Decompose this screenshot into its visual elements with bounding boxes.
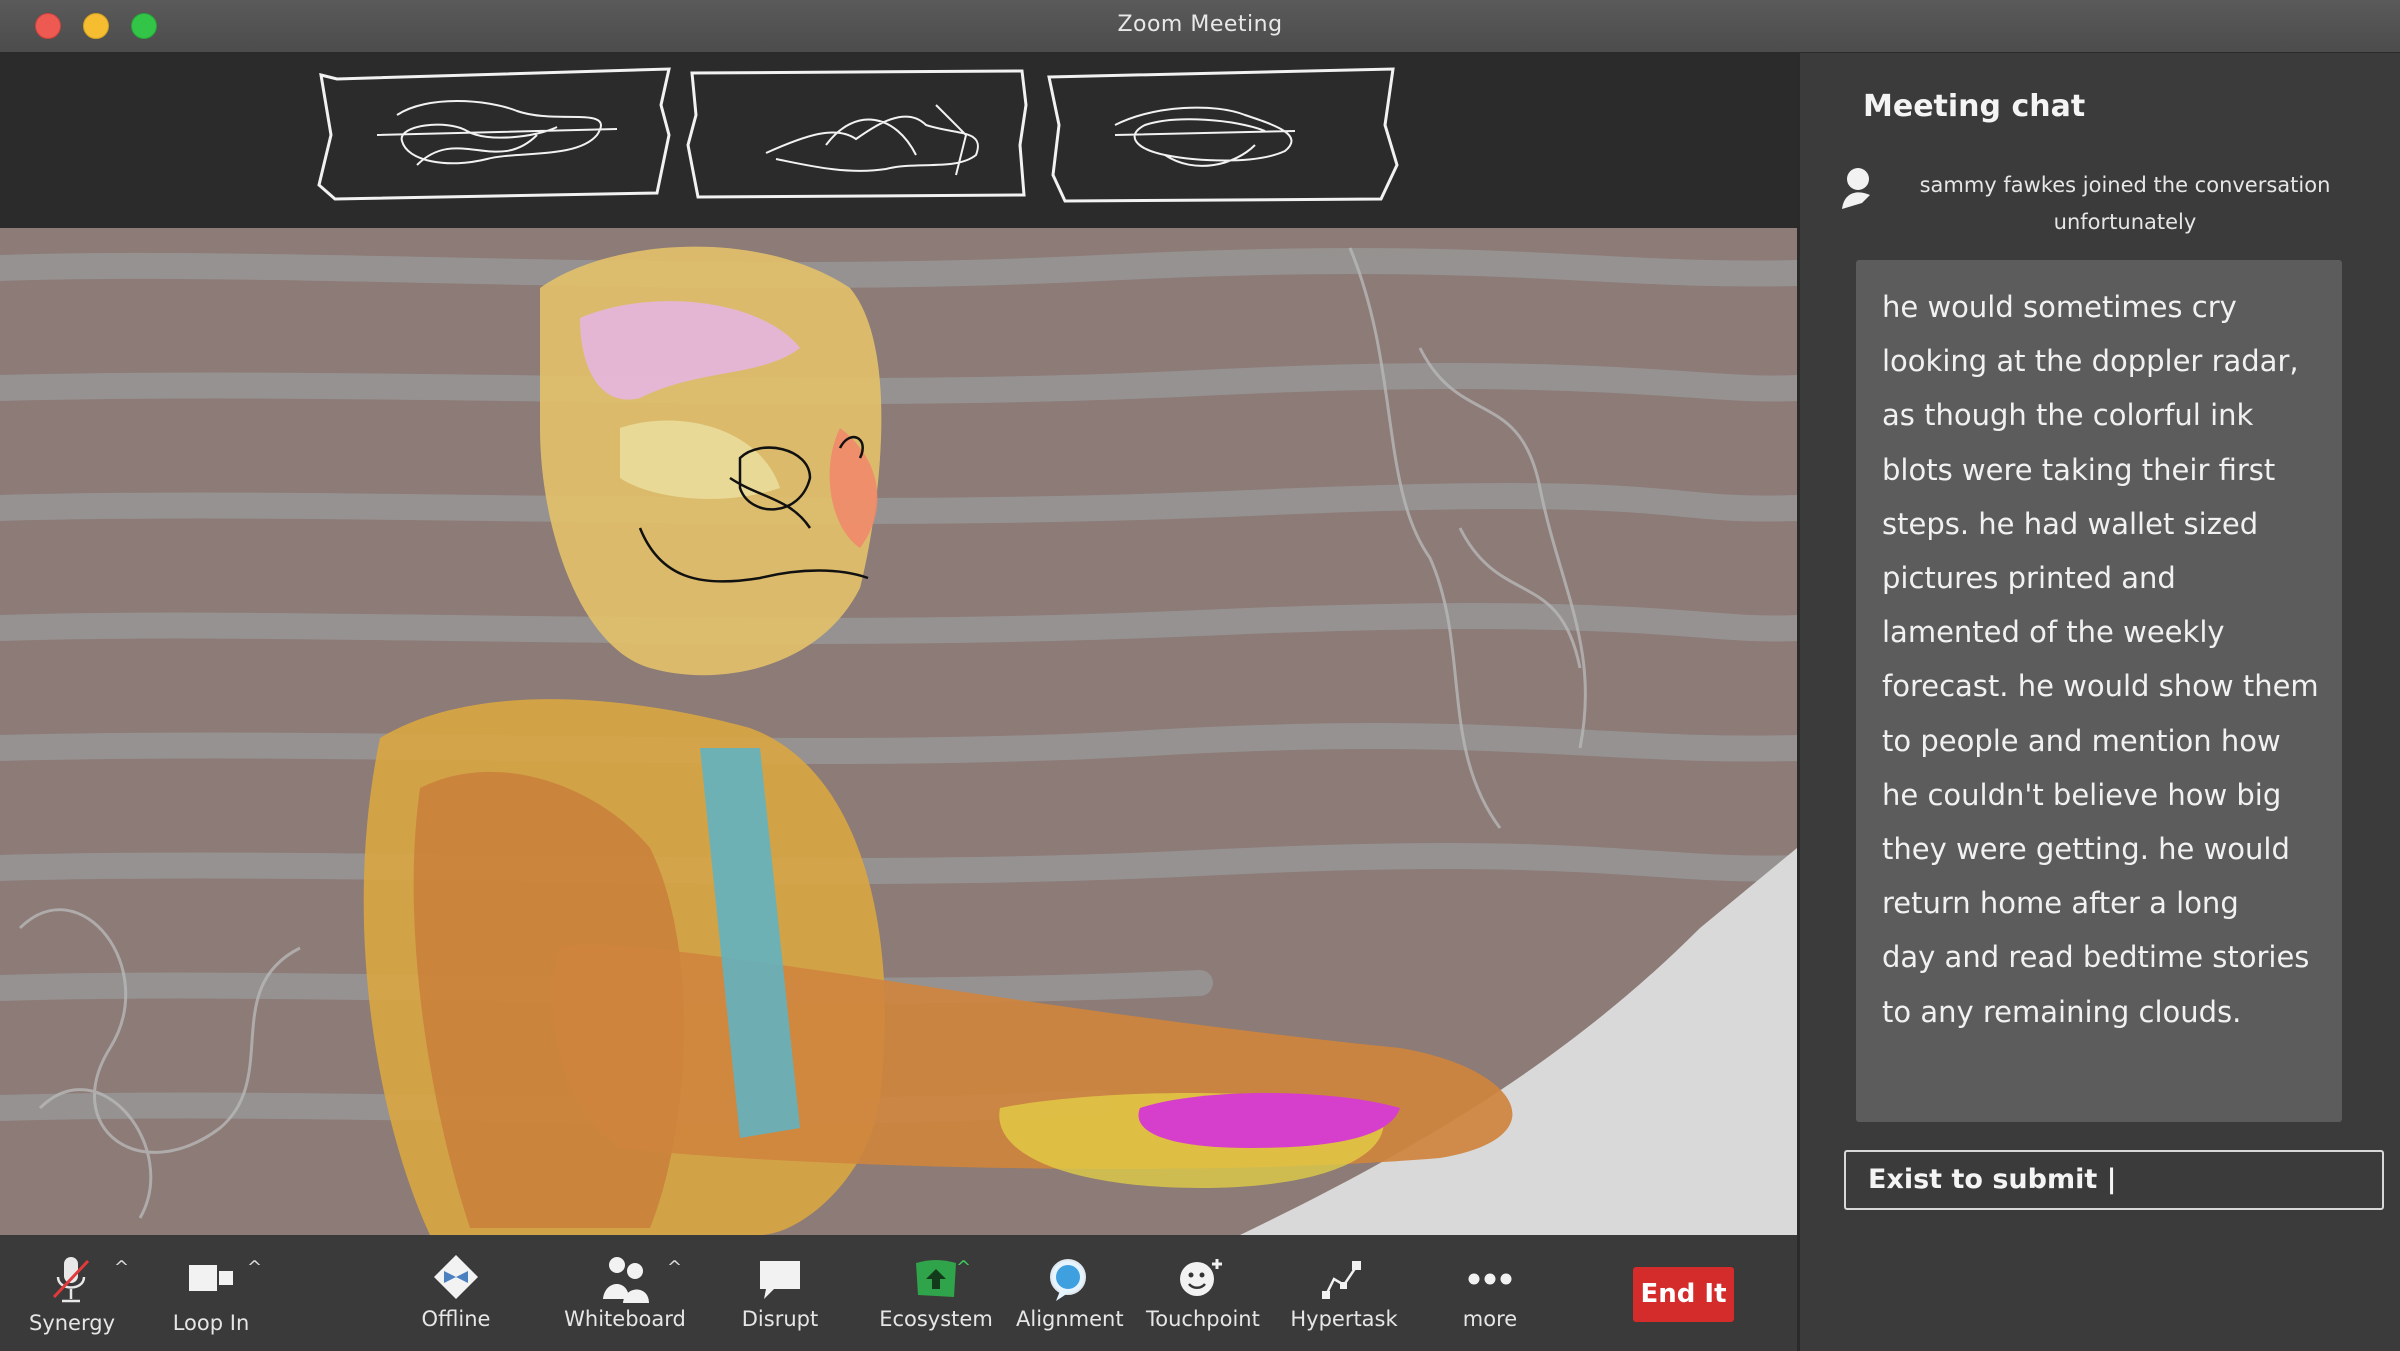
share-options-caret[interactable]: ^ <box>956 1257 971 1278</box>
chat-input-field[interactable]: Exist to submit | <box>1844 1150 2384 1210</box>
bowtie-icon <box>434 1255 478 1299</box>
more-label: more <box>1462 1307 1518 1331</box>
title-bar: Zoom Meeting <box>0 0 2400 53</box>
disrupt-button[interactable]: Disrupt <box>730 1235 830 1351</box>
offline-button[interactable]: Offline <box>404 1235 508 1351</box>
chat-bubble-icon <box>760 1261 800 1299</box>
participants-options-caret[interactable]: ^ <box>667 1257 682 1278</box>
disrupt-label: Disrupt <box>741 1307 819 1331</box>
chat-title: Meeting chat <box>1863 89 2086 124</box>
whiteboard-label: Whiteboard <box>564 1307 686 1331</box>
participant-thumbnail-1[interactable] <box>317 65 673 205</box>
loop-in-label: Loop In <box>172 1311 250 1335</box>
participant-thumbnail-3[interactable] <box>1045 65 1401 205</box>
synergy-button[interactable]: Synergy <box>20 1235 124 1351</box>
more-dots-icon <box>1468 1273 1512 1285</box>
joined-line-1: sammy fawkes joined the conversation <box>1919 173 2331 197</box>
offline-label: Offline <box>421 1307 491 1331</box>
ecosystem-label: Ecosystem <box>879 1307 993 1331</box>
chat-input-text[interactable]: Exist to submit | <box>1868 1164 2117 1195</box>
joined-line-2: unfortunately <box>2053 210 2197 234</box>
alignment-button[interactable]: Alignment <box>1016 1235 1124 1351</box>
meeting-toolbar: Synergy ^ Loop In ^ Offline Whiteboard ^… <box>0 1235 1797 1351</box>
participant-thumbnail-strip <box>0 53 1797 228</box>
active-speaker-video <box>0 228 1797 1235</box>
bubble-icon <box>1050 1259 1086 1301</box>
chat-panel: Meeting chat sammy fawkes joined the con… <box>1797 53 2400 1351</box>
user-joined-notice: sammy fawkes joined the conversation unf… <box>1890 167 2360 241</box>
video-camera-icon <box>189 1265 233 1291</box>
window-title: Zoom Meeting <box>1117 12 1283 37</box>
alignment-label: Alignment <box>1016 1307 1124 1331</box>
loop-in-button[interactable]: Loop In <box>158 1235 264 1351</box>
chat-message-bubble: he would sometimes cry looking at the do… <box>1856 260 2342 1122</box>
more-button[interactable]: more <box>1440 1235 1540 1351</box>
painted-speaker-image <box>0 228 1797 1235</box>
audio-options-caret[interactable]: ^ <box>114 1257 129 1278</box>
whiteboard-button[interactable]: Whiteboard <box>560 1235 690 1351</box>
chat-message-text: he would sometimes cry looking at the do… <box>1882 290 2319 1029</box>
participants-icon <box>603 1257 649 1303</box>
ecosystem-button[interactable]: Ecosystem <box>878 1235 994 1351</box>
touchpoint-button[interactable]: Touchpoint <box>1146 1235 1260 1351</box>
synergy-label: Synergy <box>28 1311 115 1335</box>
reaction-icon <box>1180 1259 1222 1296</box>
participant-thumbnail-2[interactable] <box>686 65 1031 205</box>
hypertask-button[interactable]: Hypertask <box>1284 1235 1404 1351</box>
end-meeting-button[interactable]: End It <box>1633 1267 1734 1322</box>
apps-icon <box>1322 1261 1361 1299</box>
touchpoint-label: Touchpoint <box>1146 1307 1260 1331</box>
video-options-caret[interactable]: ^ <box>247 1257 262 1278</box>
hypertask-label: Hypertask <box>1290 1307 1398 1331</box>
user-joined-icon <box>1842 168 1870 209</box>
microphone-muted-icon <box>52 1257 90 1303</box>
